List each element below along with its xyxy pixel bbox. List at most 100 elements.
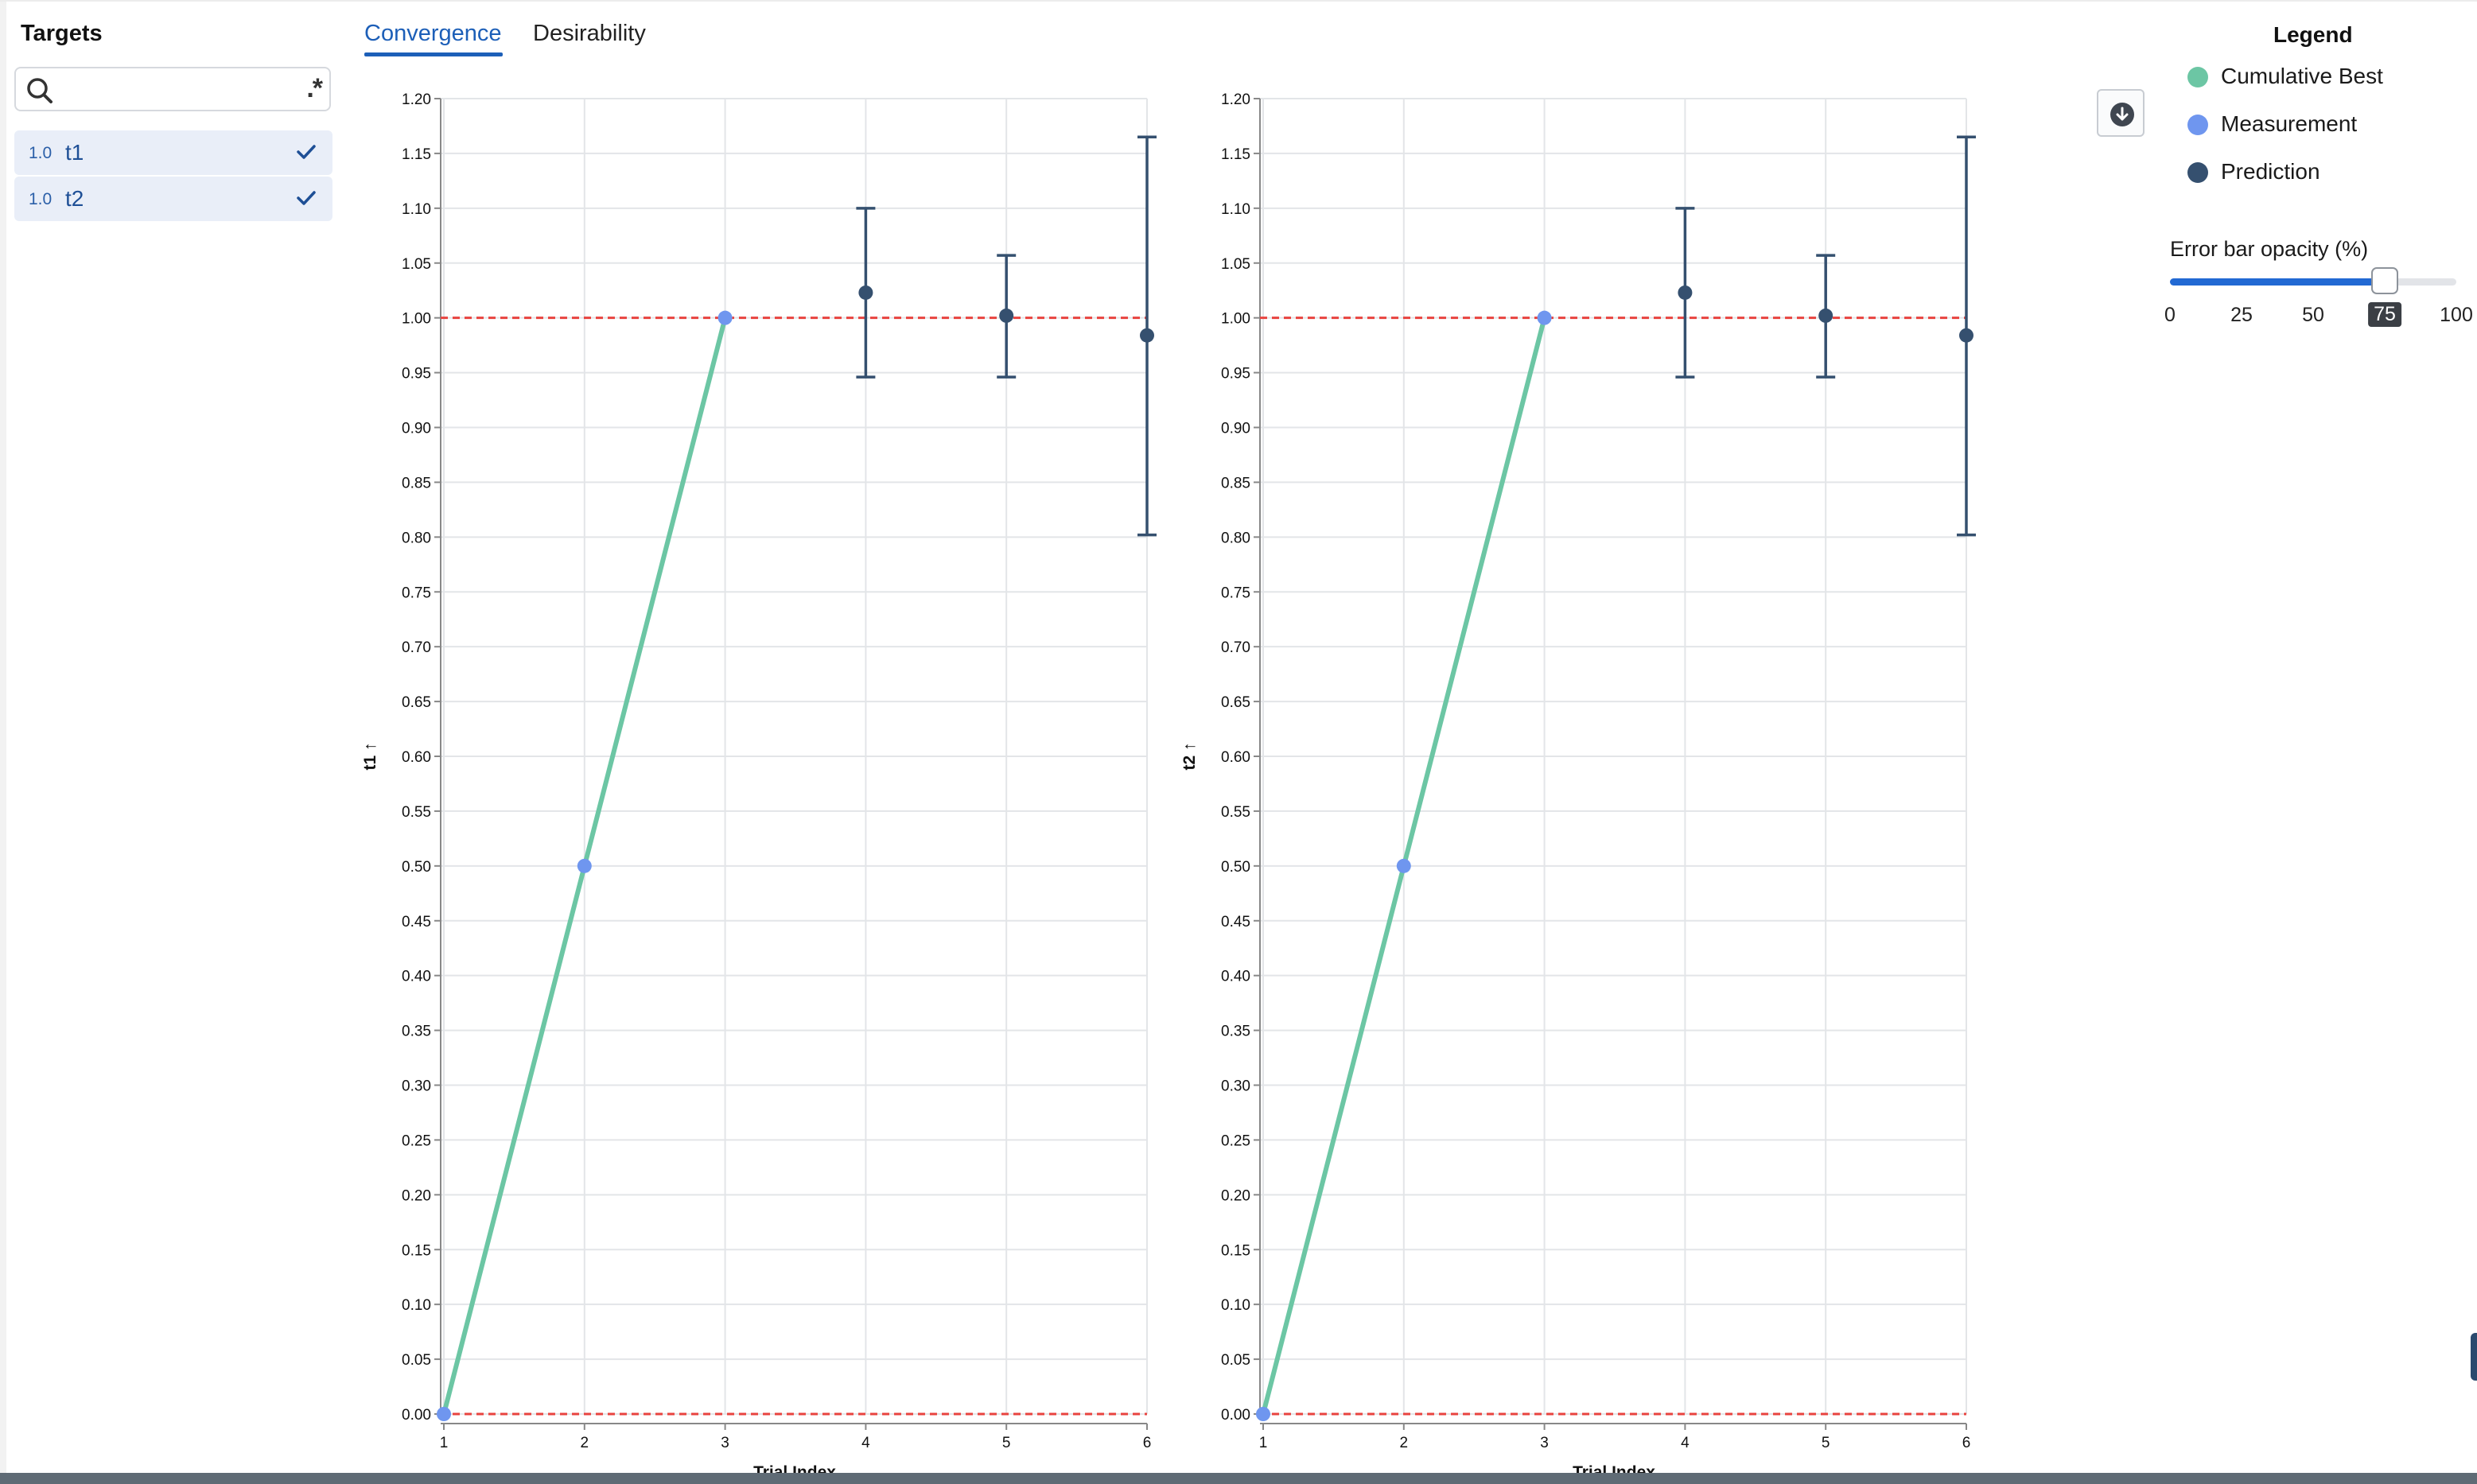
target-label: t1	[65, 140, 84, 165]
prediction-point	[858, 285, 873, 300]
regex-toggle-button[interactable]: .*	[306, 73, 323, 104]
y-tick-label: 1.05	[1221, 256, 1250, 273]
check-icon	[297, 191, 316, 205]
x-tick-label: 5	[1002, 1435, 1011, 1451]
error-bar-opacity-label: Error bar opacity (%)	[2170, 237, 2369, 261]
slider-value-badge: 75	[2368, 302, 2401, 327]
y-tick-label: 1.05	[402, 256, 431, 273]
y-tick-label: 0.40	[402, 969, 431, 985]
x-tick-label: 3	[1540, 1435, 1549, 1451]
measurement-point	[1537, 310, 1552, 325]
y-tick-label: 0.70	[1221, 639, 1250, 656]
y-tick-label: 1.15	[1221, 146, 1250, 163]
check-icon	[297, 145, 316, 159]
x-tick-label: 5	[1822, 1435, 1830, 1451]
y-tick-label: 0.80	[402, 530, 431, 546]
prediction-point	[1140, 328, 1154, 343]
prediction-point	[999, 308, 1014, 323]
y-tick-label: 1.10	[1221, 201, 1250, 218]
y-tick-label: 1.20	[1221, 91, 1250, 108]
y-tick-label: 0.45	[402, 914, 431, 930]
y-tick-label: 0.30	[402, 1078, 431, 1095]
y-tick-label: 0.45	[1221, 914, 1250, 930]
legend-label: Measurement	[2221, 111, 2358, 136]
y-tick-label: 0.40	[1221, 969, 1250, 985]
y-tick-label: 0.90	[1221, 421, 1250, 437]
y-tick-label: 0.55	[402, 804, 431, 821]
y-tick-label: 0.30	[1221, 1078, 1250, 1095]
x-tick-label: 6	[1143, 1435, 1152, 1451]
y-tick-label: 0.65	[1221, 694, 1250, 711]
y-axis-title: t1 ↑	[361, 742, 379, 770]
y-tick-label: 0.90	[402, 421, 431, 437]
x-tick-label: 6	[1962, 1435, 1971, 1451]
y-tick-label: 0.00	[402, 1407, 431, 1424]
y-tick-label: 0.00	[1221, 1407, 1250, 1424]
legend-dot	[2187, 115, 2208, 135]
side-panel-handle[interactable]	[2471, 1333, 2477, 1381]
measurement-point	[577, 858, 592, 873]
targets-title: Targets	[21, 21, 103, 46]
measurement-point	[1256, 1407, 1270, 1421]
y-tick-label: 1.00	[1221, 311, 1250, 328]
y-tick-label: 1.20	[402, 91, 431, 108]
target-weight: 1.0	[29, 144, 52, 162]
y-tick-label: 0.05	[402, 1352, 431, 1369]
slider-mark-50: 50	[2302, 304, 2324, 326]
y-tick-label: 0.50	[1221, 859, 1250, 876]
y-tick-label: 0.15	[402, 1242, 431, 1259]
download-button[interactable]	[2097, 89, 2145, 137]
y-tick-label: 0.60	[402, 749, 431, 766]
legend-title: Legend	[2273, 22, 2353, 47]
y-tick-label: 0.20	[1221, 1187, 1250, 1204]
y-tick-label: 0.70	[402, 639, 431, 656]
y-tick-label: 0.85	[1221, 475, 1250, 491]
y-tick-label: 0.10	[1221, 1297, 1250, 1314]
y-tick-label: 0.65	[402, 694, 431, 711]
y-tick-label: 0.35	[1221, 1024, 1250, 1040]
x-tick-label: 3	[721, 1435, 729, 1451]
download-icon	[2110, 103, 2134, 126]
target-item-t1[interactable]: 1.0 t1	[14, 130, 332, 175]
y-tick-label: 1.10	[402, 201, 431, 218]
window-left-edge	[0, 0, 6, 1484]
error-bar-opacity-slider[interactable]	[2170, 267, 2456, 294]
slider-mark-100: 100	[2440, 304, 2473, 326]
tab-convergence[interactable]: Convergence	[364, 21, 502, 47]
slider-mark-0: 0	[2164, 304, 2176, 326]
y-axis-title: t2 ↑	[1180, 742, 1199, 770]
legend-label: Prediction	[2221, 159, 2320, 184]
y-tick-label: 0.85	[402, 475, 431, 491]
y-tick-label: 0.25	[402, 1132, 431, 1149]
target-item-t2[interactable]: 1.0 t2	[14, 177, 332, 221]
x-tick-label: 1	[440, 1435, 449, 1451]
y-tick-label: 0.80	[1221, 530, 1250, 546]
search-icon	[27, 78, 52, 103]
x-tick-label: 1	[1259, 1435, 1268, 1451]
active-tab-indicator	[364, 52, 503, 56]
y-tick-label: 0.60	[1221, 749, 1250, 766]
target-weight: 1.0	[29, 190, 52, 208]
x-tick-label: 2	[581, 1435, 589, 1451]
tab-desirability[interactable]: Desirability	[533, 21, 646, 47]
legend-dot	[2187, 162, 2208, 183]
measurement-point	[717, 310, 733, 325]
prediction-point	[1959, 328, 1973, 343]
bottom-scrollbar[interactable]	[0, 1473, 2477, 1484]
y-tick-label: 0.25	[1221, 1132, 1250, 1149]
y-tick-label: 0.50	[402, 859, 431, 876]
slider-mark-25: 25	[2230, 304, 2253, 326]
y-tick-label: 0.55	[1221, 804, 1250, 821]
y-tick-label: 0.35	[402, 1024, 431, 1040]
slider-thumb[interactable]	[2371, 267, 2398, 294]
y-tick-label: 0.95	[1221, 366, 1250, 383]
x-tick-label: 4	[1681, 1435, 1690, 1451]
y-tick-label: 1.00	[402, 311, 431, 328]
target-search-input[interactable]: .*	[14, 67, 331, 111]
measurement-point	[1396, 858, 1411, 873]
y-tick-label: 0.10	[402, 1297, 431, 1314]
target-label: t2	[65, 186, 84, 211]
measurement-point	[437, 1407, 451, 1421]
y-tick-label: 0.20	[402, 1187, 431, 1204]
y-tick-label: 0.95	[402, 366, 431, 383]
